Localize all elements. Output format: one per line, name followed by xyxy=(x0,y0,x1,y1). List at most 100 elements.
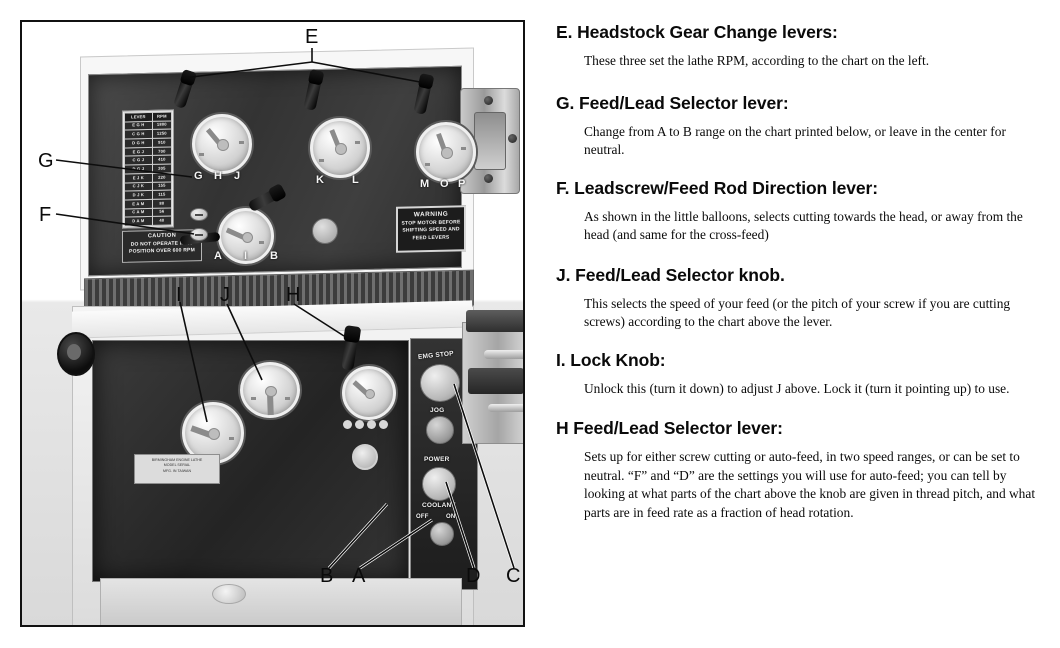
power-button[interactable] xyxy=(422,467,456,501)
callout-label-g: G xyxy=(38,150,54,172)
dial-tick xyxy=(239,141,244,144)
headstock-dial-kl[interactable] xyxy=(310,118,370,178)
chuck-bolt-icon xyxy=(484,174,493,183)
machine-base xyxy=(100,578,462,625)
coolant-label: COOLANT xyxy=(422,502,456,509)
handwheel-hub xyxy=(67,344,81,360)
chuck-jaw xyxy=(474,112,506,170)
lever-knob xyxy=(343,325,362,344)
chuck-bolt-icon xyxy=(508,134,517,143)
callout-label-e: E xyxy=(305,26,319,48)
dial-letter-i-center: I xyxy=(244,250,248,262)
legend-entry-h: H Feed/Lead Selector lever: Sets up for … xyxy=(556,418,1048,522)
lathe-photo-panel: LEVER RPM E G H 1800 C G H 1250 D G H 910 … xyxy=(20,20,525,627)
dial-letter-g: G xyxy=(194,170,203,182)
dial-tick xyxy=(251,397,256,400)
dial-tick xyxy=(285,397,290,400)
indicator-dot xyxy=(379,420,388,429)
indicator-dot xyxy=(367,420,376,429)
headstock-dial-mop[interactable] xyxy=(416,122,476,182)
dial-tick xyxy=(259,241,264,244)
emg-stop-button[interactable] xyxy=(420,364,460,402)
legend-entry-g: G. Feed/Lead Selector lever: Change from… xyxy=(556,93,1048,160)
chuck-bolt-icon xyxy=(484,96,493,105)
rpm-lever-cell: D A M xyxy=(124,216,153,227)
dial-hub xyxy=(217,139,229,151)
callout-label-h: H xyxy=(286,284,301,306)
direction-balloon-up xyxy=(190,208,208,221)
legend-heading-h: H Feed/Lead Selector lever: xyxy=(556,418,783,438)
power-label: POWER xyxy=(424,456,450,463)
feed-lead-selector-lever-h-dial[interactable] xyxy=(342,366,396,420)
feed-lead-selector-knob-j[interactable] xyxy=(240,362,300,418)
dial-letter-o: O xyxy=(440,178,449,190)
warning-line-3: FEED LEVERS xyxy=(412,234,450,241)
warning-plate: WARNING STOP MOTOR BEFORE SHIFTING SPEED… xyxy=(396,205,466,253)
table-row: D A M 40 xyxy=(124,216,172,227)
tailstock-quill-lower xyxy=(488,404,523,412)
dial-tick xyxy=(355,141,360,144)
callout-label-d: D xyxy=(466,565,481,587)
warning-title: WARNING xyxy=(413,210,449,219)
dial-hub xyxy=(207,427,221,441)
dial-letter-b: B xyxy=(270,250,278,262)
tailstock-quill-upper xyxy=(484,350,523,359)
legend-heading-f: F. Leadscrew/Feed Rod Direction lever: xyxy=(556,177,878,198)
dial-letter-j: J xyxy=(234,170,241,182)
legend-body-e: These three set the lathe RPM, according… xyxy=(584,53,930,68)
dial-hub xyxy=(241,231,253,243)
indicator-dot xyxy=(343,420,352,429)
callout-label-i: I xyxy=(176,284,182,306)
tailstock-block-upper xyxy=(466,310,523,332)
legend-entry-i: I. Lock Knob: Unlock this (turn it down)… xyxy=(556,350,1048,399)
direction-balloon-down xyxy=(190,228,208,241)
jog-label: JOG xyxy=(430,407,445,414)
dial-tick xyxy=(319,159,324,162)
rpm-chart-plate: LEVER RPM E G H 1800 C G H 1250 D G H 910 … xyxy=(122,109,174,229)
dial-tick xyxy=(425,163,430,166)
coolant-switch[interactable] xyxy=(430,522,454,546)
headstock-dial-ghj[interactable] xyxy=(192,114,252,174)
dial-letter-a: A xyxy=(214,250,222,262)
dial-hub xyxy=(441,147,453,159)
dial-hub xyxy=(335,143,347,155)
coolant-off-label: OFF xyxy=(416,514,429,520)
warning-line-2: SHIFTING SPEED AND xyxy=(402,226,460,234)
dial-hub xyxy=(265,385,277,397)
legend-entry-e: E. Headstock Gear Change levers: These t… xyxy=(556,22,1048,71)
dial-tick xyxy=(461,147,466,150)
tailstock-block-lower xyxy=(468,368,523,394)
callout-label-j: J xyxy=(220,284,230,306)
dial-tick xyxy=(229,437,234,440)
legend-text-column: E. Headstock Gear Change levers: These t… xyxy=(556,22,1048,536)
jog-button[interactable] xyxy=(426,416,454,444)
legend-body-j: This selects the speed of your feed (or … xyxy=(584,295,1011,330)
callout-label-b: B xyxy=(320,565,334,587)
dial-letter-m: M xyxy=(420,178,430,190)
legend-entry-f: F. Leadscrew/Feed Rod Direction lever: A… xyxy=(556,178,1048,245)
base-access-cap xyxy=(212,584,246,604)
warning-line-1: STOP MOTOR BEFORE xyxy=(401,218,461,227)
dial-letter-k: K xyxy=(316,174,324,186)
dial-tick xyxy=(199,153,204,156)
indicator-dot xyxy=(355,420,364,429)
dial-letter-l: L xyxy=(352,174,359,186)
legend-heading-i: I. Lock Knob: xyxy=(556,349,666,370)
rpm-chart-table: LEVER RPM E G H 1800 C G H 1250 D G H 910 … xyxy=(124,111,172,227)
dial-letter-h: H xyxy=(214,170,222,182)
headstock-oil-sight-glass xyxy=(312,218,338,244)
callout-label-f: F xyxy=(39,204,52,226)
legend-heading-j: J. Feed/Lead Selector knob. xyxy=(556,264,785,285)
dial-letter-p: P xyxy=(458,178,466,190)
legend-entry-j: J. Feed/Lead Selector knob. This selects… xyxy=(556,265,1048,332)
callout-label-c: C xyxy=(506,565,521,587)
machine-spec-plate: BIRMINGHAM ENGINE LATHE MODEL SERIAL MFG… xyxy=(134,454,220,484)
legend-heading-g: G. Feed/Lead Selector lever: xyxy=(556,92,789,113)
dial-hub xyxy=(364,388,376,400)
coolant-on-label: ON xyxy=(446,514,456,520)
legend-body-f: As shown in the little balloons, selects… xyxy=(584,208,1023,243)
callout-label-a: A xyxy=(352,565,366,587)
apron-small-knob[interactable] xyxy=(352,444,378,470)
caution-line-2: POSITION OVER 600 RPM xyxy=(129,247,195,255)
legend-body-h: Sets up for either screw cutting or auto… xyxy=(584,449,1036,520)
